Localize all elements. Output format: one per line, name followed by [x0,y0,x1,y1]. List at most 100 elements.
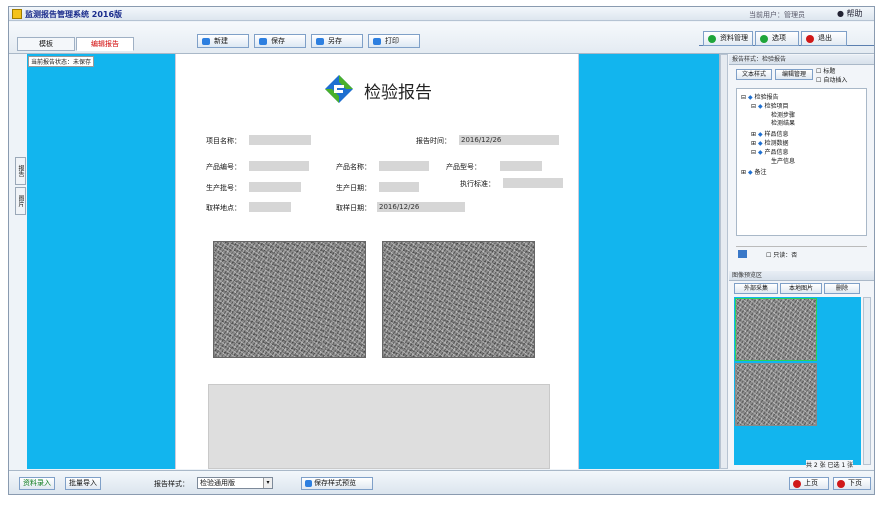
preview-icon [305,480,312,487]
new-icon [202,38,210,45]
capture-image-button[interactable]: 外部采集 [734,283,778,294]
new-button[interactable]: 新建 [197,34,249,48]
save-button[interactable]: 保存 [254,34,306,48]
report-content-area[interactable] [208,384,550,469]
folder-icon: ◆ [747,169,753,176]
options-button[interactable]: 选项 [755,31,799,46]
report-tree[interactable]: ⊟ ◆ 检验报告 ⊟ ◆ 检验项目 检测步骤 检测结果 ⊞ ◆ 样品信息 ⊞ ◆… [736,88,867,236]
folder-icon: ◆ [757,140,763,147]
sample-place-label: 取样地点： [206,204,241,212]
data-manage-button[interactable]: 资料管理 [703,31,753,46]
tab-template[interactable]: 模板 [17,37,75,51]
options-label: 选项 [772,34,786,42]
sample-image-2[interactable] [382,241,535,358]
window-title: 监测报告管理系统 2016版 [25,10,123,19]
tree-item[interactable]: 检测结果 [771,118,795,127]
sample-image-1[interactable] [213,241,366,358]
text-style-button[interactable]: 文本样式 [736,69,772,80]
product-model-field[interactable] [500,161,542,171]
workspace-left [27,54,175,469]
style-panel-header: 报告样式：检验报告 [729,55,874,65]
report-format-select[interactable]: 检验通用版 ▾ [197,477,273,489]
edit-manage-button[interactable]: 编辑管理 [775,69,813,80]
save-button-label: 保存 [271,37,285,45]
save-style-preview-button[interactable]: 保存样式预览 [301,477,373,490]
tree-item[interactable]: 生产信息 [771,156,795,165]
title-checkbox[interactable]: ☐ 标题 [816,66,835,75]
batch-import-button[interactable]: 批量导入 [65,477,101,490]
tree-item[interactable]: ⊞ ◆ 检测数据 [751,138,789,147]
report-title: 检验报告 [364,83,432,103]
exit-button[interactable]: 退出 [801,31,847,46]
sample-date-field[interactable]: 2016/12/26 [377,202,465,212]
report-date-field[interactable]: 2016/12/26 [459,135,559,145]
checkbox-box: ☐ [816,77,822,84]
chevron-down-icon: ▾ [263,478,272,488]
print-icon [373,38,381,45]
app-icon [12,9,22,19]
sample-place-field[interactable] [249,202,291,212]
title-bar: 监测报告管理系统 2016版 当前用户：管理员 ● 帮助 [9,7,874,21]
tree-item[interactable]: ⊟ ◆ 产品信息 [751,147,789,156]
readonly-checkbox[interactable]: ☐ 只读：否 [766,250,797,259]
prev-page-label: 上页 [804,479,818,487]
folder-icon: ◆ [757,103,763,110]
data-manage-label: 资料管理 [720,34,748,42]
local-image-button[interactable]: 本地图片 [780,283,822,294]
app-window: 监测报告管理系统 2016版 当前用户：管理员 ● 帮助 模板 编辑报告 新建 … [8,6,875,495]
data-entry-button[interactable]: 资料录入 [19,477,55,490]
tree-footer: ☐ 只读：否 [736,246,867,260]
readonly-icon [738,250,747,258]
right-panel: 报告样式：检验报告 文本样式 编辑管理 ☐ 标题 ☐ 自动插入 ⊟ ◆ 检验报告… [719,54,874,469]
image-thumbnail-list[interactable] [734,297,861,465]
project-name-label: 项目名称： [206,137,241,145]
tree-item[interactable]: ⊟ ◆ 检验项目 [751,101,789,110]
help-label: 帮助 [846,9,863,18]
save-as-icon [316,38,324,45]
report-document[interactable]: 检验报告 项目名称： 报告时间： 2016/12/26 产品编号： 产品名称： … [175,54,579,469]
folder-icon: ◆ [747,94,753,101]
image-panel-header: 图像预览区 [729,271,874,281]
tree-item[interactable]: ⊞ ◆ 备注 [741,167,767,176]
side-tab-images[interactable]: 图片 [15,187,26,215]
save-as-button[interactable]: 另存 [311,34,363,48]
project-name-field[interactable] [249,135,311,145]
options-icon [760,35,768,43]
auto-insert-checkbox[interactable]: ☐ 自动插入 [816,75,847,84]
data-manage-icon [708,35,716,43]
thumbnail-2[interactable] [735,363,817,426]
next-icon [837,480,845,488]
delete-image-button[interactable]: 删除 [824,283,860,294]
prev-page-button[interactable]: 上页 [789,477,829,490]
thumbnail-scrollbar[interactable] [863,297,871,465]
folder-icon: ◆ [757,131,763,138]
tree-item[interactable]: ⊞ ◆ 样品信息 [751,129,789,138]
standard-field[interactable] [503,178,563,188]
tree-item[interactable]: ⊟ ◆ 检验报告 [741,92,779,101]
help-button[interactable]: ● 帮助 [837,8,863,19]
checkbox-box: ☐ [816,68,822,75]
exit-label: 退出 [818,34,832,42]
thumbnail-1[interactable] [735,298,817,361]
report-date-label: 报告时间： [416,137,451,145]
print-button[interactable]: 打印 [368,34,420,48]
bottom-bar: 资料录入 批量导入 报告样式： 检验通用版 ▾ 保存样式预览 上页 下页 [9,470,874,494]
side-tab-report[interactable]: 报告 [15,157,26,185]
product-no-field[interactable] [249,161,309,171]
print-button-label: 打印 [385,37,399,45]
help-icon: ● [837,9,844,18]
tab-edit-report[interactable]: 编辑报告 [76,37,134,51]
folder-icon: ◆ [757,149,763,156]
produce-date-field[interactable] [379,182,419,192]
document-scrollbar[interactable] [720,54,728,469]
save-icon [259,38,267,45]
main-toolbar: 模板 编辑报告 新建 保存 另存 打印 资料管理 选项 退出 [9,22,874,54]
next-page-button[interactable]: 下页 [833,477,871,490]
exit-icon [806,35,814,43]
product-name-label: 产品名称： [336,163,371,171]
sample-date-label: 取样日期： [336,204,371,212]
product-name-field[interactable] [379,161,429,171]
status-text: 当前用户：管理员 [749,11,805,19]
batch-no-field[interactable] [249,182,301,192]
report-status-note: 当前报告状态：未保存 [28,56,95,67]
